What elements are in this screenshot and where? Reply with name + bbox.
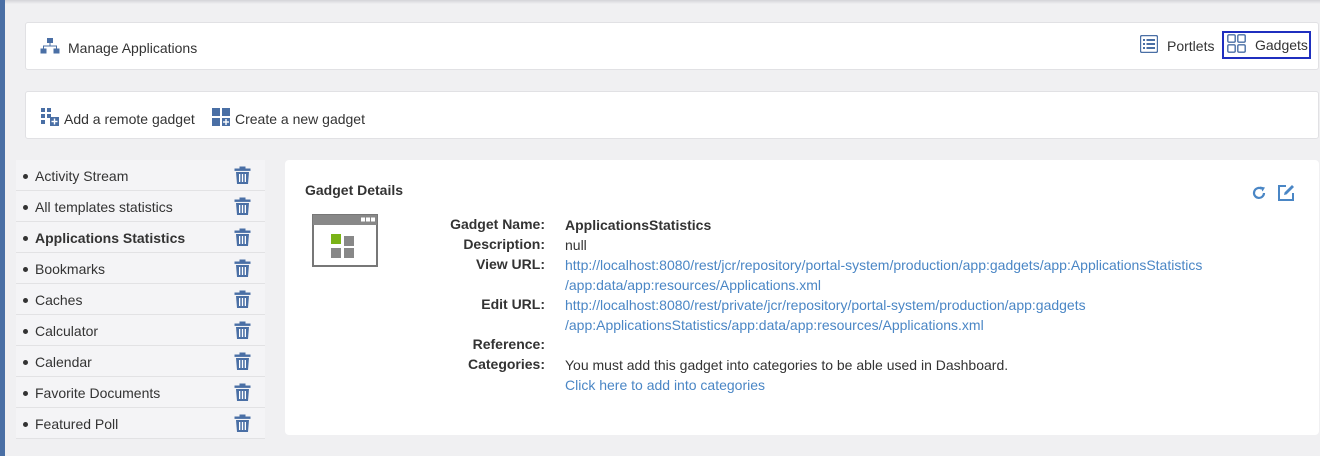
create-gadget-icon	[211, 107, 231, 130]
gadget-label: Bookmarks	[35, 261, 106, 277]
manage-applications-label: Manage Applications	[68, 39, 198, 56]
top-shadow	[5, 0, 1320, 4]
gadget-label: Calculator	[35, 323, 99, 339]
description-label: Description:	[463, 236, 545, 252]
trash-icon[interactable]	[234, 414, 251, 436]
bullet	[23, 236, 28, 241]
categories-text: You must add this gadget into categories…	[565, 357, 1009, 373]
view-url-link[interactable]: http://localhost:8080/rest/jcr/repositor…	[565, 255, 1202, 295]
edit-url-line-1: http://localhost:8080/rest/private/jcr/r…	[565, 297, 1086, 313]
sitemap-icon	[40, 37, 60, 58]
tab-gadgets[interactable]: Gadgets	[1222, 31, 1311, 59]
gadget-label: Featured Poll	[35, 416, 119, 432]
list-item-selected[interactable]: Applications Statistics	[16, 222, 265, 253]
trash-icon[interactable]	[234, 259, 251, 281]
tab-gadgets-label: Gadgets	[1255, 37, 1308, 53]
trash-icon[interactable]	[234, 352, 251, 374]
list-item[interactable]: Caches	[16, 284, 265, 315]
description-value: null	[565, 237, 587, 253]
gadget-label: Applications Statistics	[35, 230, 186, 246]
bullet	[23, 391, 28, 396]
list-item[interactable]: Favorite Documents	[16, 377, 265, 408]
edit-url-link[interactable]: http://localhost:8080/rest/private/jcr/r…	[565, 295, 1086, 335]
trash-icon[interactable]	[234, 166, 251, 188]
gadget-thumbnail-icon	[312, 214, 378, 271]
bullet	[23, 205, 28, 210]
add-remote-gadget-label: Add a remote gadget	[64, 110, 195, 127]
list-item[interactable]: Calendar	[16, 346, 265, 377]
edit-icon[interactable]	[1277, 183, 1296, 205]
add-remote-gadget-button[interactable]: Add a remote gadget	[40, 107, 195, 130]
manage-applications-title: Manage Applications	[40, 37, 197, 58]
add-remote-gadget-icon	[40, 107, 60, 130]
list-item[interactable]: Bookmarks	[16, 253, 265, 284]
gadget-label: Caches	[35, 292, 83, 308]
grid-icon	[1227, 34, 1246, 56]
list-item[interactable]: Calculator	[16, 315, 265, 346]
view-url-line-1: http://localhost:8080/rest/jcr/repositor…	[565, 257, 1203, 273]
edit-url-line-2: /app:ApplicationsStatistics/app:data/app…	[565, 317, 984, 333]
bullet	[23, 360, 28, 365]
bullet	[23, 329, 28, 334]
left-edge-stripe	[0, 0, 5, 456]
gadget-label: Activity Stream	[35, 168, 129, 184]
bullet	[23, 298, 28, 303]
gadget-details-panel: Gadget Details Gadget Name: Applications…	[285, 160, 1319, 435]
add-to-categories-link[interactable]: Click here to add into categories	[565, 375, 1008, 395]
tab-portlets-label: Portlets	[1167, 37, 1215, 54]
create-new-gadget-label: Create a new gadget	[235, 110, 365, 127]
categories-label: Categories:	[467, 356, 545, 372]
tab-portlets[interactable]: Portlets	[1139, 34, 1215, 56]
gadget-label: Favorite Documents	[35, 385, 161, 401]
gadget-list: Activity Stream All templates statistics…	[16, 160, 265, 439]
gadget-name-label: Gadget Name:	[450, 216, 545, 232]
gadget-details-title: Gadget Details	[305, 182, 404, 198]
bullet	[23, 174, 28, 179]
gadget-label: Calendar	[35, 354, 92, 370]
view-url-line-2: /app:data/app:resources/Applications.xml	[565, 277, 822, 293]
trash-icon[interactable]	[234, 383, 251, 405]
gadget-action-bar: Add a remote gadget Create a new gadget	[25, 91, 1319, 139]
list-item[interactable]: All templates statistics	[16, 191, 265, 222]
create-new-gadget-button[interactable]: Create a new gadget	[211, 107, 365, 130]
gadget-label: All templates statistics	[35, 199, 173, 215]
gadget-name-value: ApplicationsStatistics	[565, 217, 712, 233]
view-url-label: View URL:	[476, 256, 545, 272]
trash-icon[interactable]	[234, 290, 251, 312]
trash-icon[interactable]	[234, 228, 251, 250]
manage-applications-bar: Manage Applications Portlets Gadgets	[25, 22, 1319, 70]
edit-url-label: Edit URL:	[481, 296, 545, 312]
categories-value: You must add this gadget into categories…	[565, 355, 1008, 395]
reference-label: Reference:	[472, 336, 545, 352]
bullet	[23, 267, 28, 272]
trash-icon[interactable]	[234, 321, 251, 343]
list-item[interactable]: Activity Stream	[16, 160, 265, 191]
refresh-icon[interactable]	[1251, 185, 1267, 204]
list-icon	[1139, 34, 1159, 56]
trash-icon[interactable]	[234, 197, 251, 219]
list-item[interactable]: Featured Poll	[16, 408, 265, 439]
bullet	[23, 422, 28, 427]
